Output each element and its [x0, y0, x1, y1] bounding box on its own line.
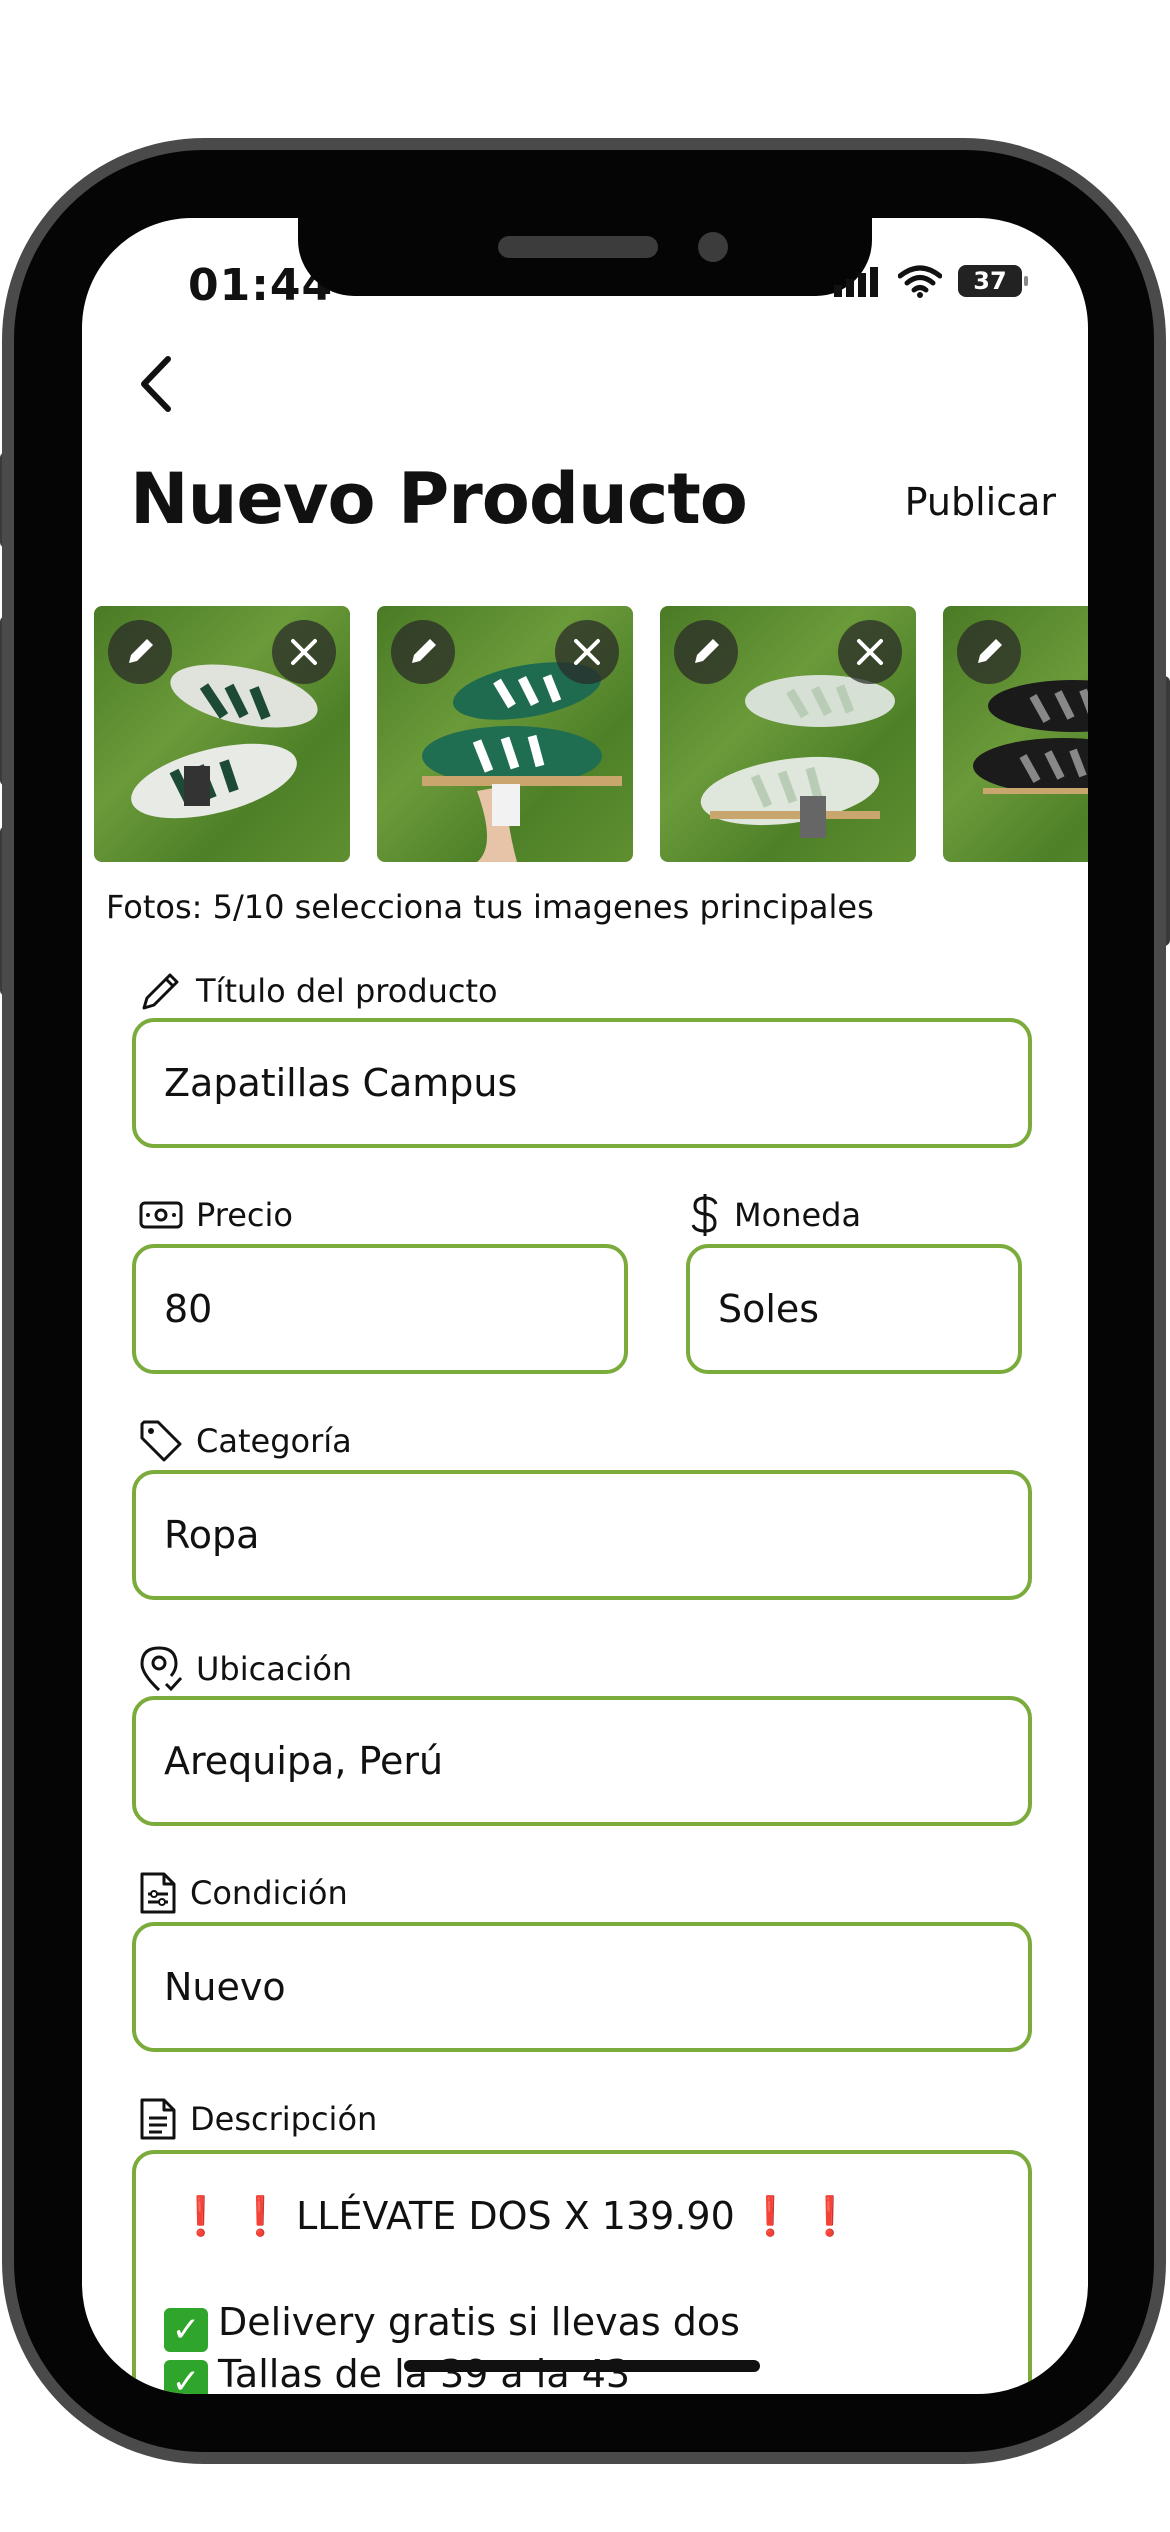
close-icon	[291, 639, 317, 665]
speaker	[498, 236, 658, 258]
tag-icon	[140, 1420, 182, 1462]
location-label: Ubicación	[138, 1644, 352, 1694]
description-line: ✓ Delivery gratis si llevas dos	[164, 2300, 1000, 2352]
pencil-outline-icon	[142, 973, 179, 1010]
money-icon	[139, 1201, 183, 1229]
home-indicator	[404, 2360, 760, 2372]
condition-label-text: Condición	[190, 1874, 348, 1912]
price-input-value: 80	[164, 1287, 213, 1331]
title-label: Título del producto	[138, 968, 498, 1014]
title-input[interactable]: Zapatillas Campus	[132, 1018, 1032, 1148]
category-select[interactable]: Ropa	[132, 1470, 1032, 1600]
description-label: Descripción	[138, 2096, 377, 2142]
remove-photo-button[interactable]	[838, 620, 902, 684]
pencil-icon	[695, 639, 719, 663]
checkmark-icon: ✓	[164, 2359, 208, 2394]
wifi-icon	[898, 265, 942, 298]
page-title: Nuevo Producto	[130, 458, 748, 540]
photo-thumbnail[interactable]	[94, 606, 350, 862]
category-select-value: Ropa	[164, 1513, 260, 1557]
pencil-icon	[978, 639, 1002, 663]
exclamation-icon: ❗	[746, 2194, 795, 2238]
pencil-icon	[412, 639, 436, 663]
description-textarea[interactable]: ❗ ❗ LLÉVATE DOS X 139.90 ❗ ❗ ✓ Delivery g…	[132, 2150, 1032, 2394]
description-line-text: LLÉVATE DOS X 139.90	[296, 2194, 735, 2238]
edit-photo-button[interactable]	[391, 620, 455, 684]
condition-label: Condición	[138, 1870, 348, 1916]
title-label-text: Título del producto	[196, 972, 498, 1010]
location-label-text: Ubicación	[196, 1650, 353, 1688]
back-button[interactable]	[126, 354, 186, 414]
edit-photo-button[interactable]	[674, 620, 738, 684]
price-input[interactable]: 80	[132, 1244, 628, 1374]
remove-photo-button[interactable]	[272, 620, 336, 684]
power-button	[1156, 676, 1170, 946]
pencil-icon	[129, 639, 153, 663]
battery-indicator: 37	[958, 265, 1028, 297]
notch	[298, 218, 872, 296]
description-line: ✓ Tallas de la 39 a la 43	[164, 2352, 1000, 2394]
app-screen: 01:44 37 Nuevo Producto Publicar Fotos: …	[82, 218, 1088, 2394]
photo-thumbnail[interactable]	[943, 606, 1088, 862]
photo-count-text: Fotos: 5/10 selecciona tus imagenes prin…	[106, 888, 874, 926]
close-icon	[857, 639, 883, 665]
location-input[interactable]: Arequipa, Perú	[132, 1696, 1032, 1826]
status-icons: 37	[832, 264, 1028, 298]
description-blank-line	[164, 2240, 1000, 2300]
currency-select[interactable]: Soles	[686, 1244, 1022, 1374]
category-label-text: Categoría	[196, 1422, 352, 1460]
photo-carousel[interactable]	[94, 606, 1088, 866]
currency-label: Moneda	[688, 1192, 861, 1238]
category-label: Categoría	[138, 1418, 352, 1464]
description-label-text: Descripción	[190, 2100, 378, 2138]
document-settings-icon	[140, 1872, 176, 1914]
description-line-text: Delivery gratis si llevas dos	[218, 2299, 740, 2344]
title-input-value: Zapatillas Campus	[164, 1061, 518, 1105]
mute-switch	[0, 452, 14, 548]
location-input-value: Arequipa, Perú	[164, 1739, 444, 1783]
publish-button[interactable]: Publicar	[905, 480, 1056, 524]
signal-icon	[834, 267, 878, 297]
exclamation-icon: ❗	[806, 2194, 854, 2238]
condition-select-value: Nuevo	[164, 1965, 286, 2009]
currency-select-value: Soles	[718, 1287, 820, 1331]
condition-select[interactable]: Nuevo	[132, 1922, 1032, 2052]
description-line: ❗ ❗ LLÉVATE DOS X 139.90 ❗ ❗	[164, 2194, 1000, 2240]
location-pin-icon	[140, 1646, 183, 1692]
description-line-text: Tallas de la 39 a la 43	[218, 2351, 631, 2394]
remove-photo-button[interactable]	[555, 620, 619, 684]
checkmark-icon: ✓	[164, 2307, 208, 2352]
dollar-icon	[691, 1194, 718, 1236]
front-camera	[698, 232, 728, 262]
volume-up-button	[0, 616, 14, 786]
exclamation-icon: ❗	[164, 2194, 225, 2238]
chevron-left-icon	[141, 356, 171, 412]
edit-photo-button[interactable]	[957, 620, 1021, 684]
document-icon	[140, 2098, 176, 2140]
photo-thumbnail[interactable]	[660, 606, 916, 862]
close-icon	[574, 639, 600, 665]
edit-photo-button[interactable]	[108, 620, 172, 684]
volume-down-button	[0, 826, 14, 996]
price-label: Precio	[138, 1196, 293, 1234]
currency-label-text: Moneda	[734, 1196, 862, 1234]
price-label-text: Precio	[196, 1196, 293, 1234]
exclamation-icon: ❗	[236, 2194, 284, 2238]
photo-thumbnail[interactable]	[377, 606, 633, 862]
